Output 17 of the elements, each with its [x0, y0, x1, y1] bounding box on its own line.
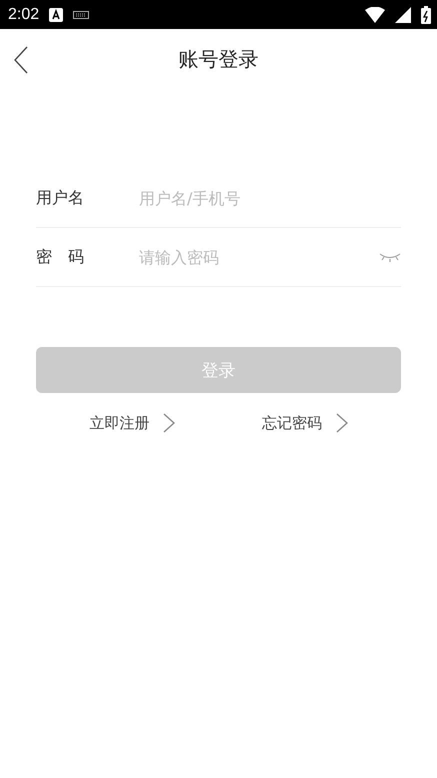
- status-time: 2:02: [8, 6, 40, 24]
- chevron-right-icon: [336, 413, 348, 433]
- password-field[interactable]: 请输入密码: [139, 248, 379, 266]
- closed-eye-icon[interactable]: [379, 252, 401, 262]
- username-field[interactable]: 用户名/手机号: [139, 188, 401, 208]
- wifi-icon: [365, 6, 385, 22]
- field-label: 用户名: [36, 188, 85, 208]
- link-button[interactable]: 立即注册: [85, 409, 180, 437]
- signal-icon: [395, 6, 411, 22]
- field-label: 密 码: [36, 246, 85, 268]
- back-button[interactable]: [12, 45, 30, 75]
- page-title: 账号登录: [178, 46, 258, 72]
- chevron-right-icon: [163, 413, 176, 433]
- battery-icon: [421, 6, 431, 24]
- keyboard-a-icon: [49, 8, 64, 22]
- link-button[interactable]: 忘记密码: [258, 409, 352, 437]
- keyboard-icon: [73, 10, 90, 18]
